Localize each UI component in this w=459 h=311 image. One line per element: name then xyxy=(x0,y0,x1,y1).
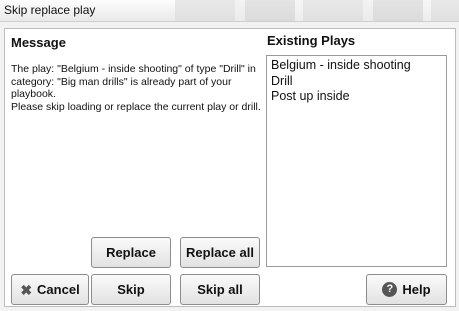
replace-button[interactable]: Replace xyxy=(91,237,171,268)
cancel-label: Cancel xyxy=(37,282,80,297)
existing-plays-heading: Existing Plays xyxy=(267,33,356,48)
help-icon: ? xyxy=(382,282,398,297)
background-window-strip xyxy=(175,0,459,21)
message-line: category: "Big man drills" is already pa… xyxy=(11,75,232,88)
skip-all-button[interactable]: Skip all xyxy=(180,274,260,305)
existing-plays-list[interactable]: Belgium - inside shooting Drill Post up … xyxy=(266,55,447,267)
replace-all-label: Replace all xyxy=(186,245,254,260)
replace-label: Replace xyxy=(106,245,156,260)
cancel-button[interactable]: ✖ Cancel xyxy=(11,274,89,305)
replace-all-button[interactable]: Replace all xyxy=(180,237,260,268)
list-item[interactable]: Post up inside xyxy=(271,89,446,105)
message-line: Please skip loading or replace the curre… xyxy=(11,100,261,113)
window-title: Skip replace play xyxy=(4,3,96,17)
help-button[interactable]: ? Help xyxy=(366,274,447,305)
skip-all-label: Skip all xyxy=(197,282,243,297)
close-icon: ✖ xyxy=(20,281,33,298)
message-line: playbook. xyxy=(11,88,56,100)
title-bar: Skip replace play xyxy=(0,0,459,22)
message-body: The play: "Belgium - inside shooting" of… xyxy=(11,63,263,113)
skip-button[interactable]: Skip xyxy=(91,274,171,305)
list-item[interactable]: Drill xyxy=(271,74,446,90)
list-item[interactable]: Belgium - inside shooting xyxy=(271,58,446,74)
help-label: Help xyxy=(402,282,431,297)
message-heading: Message xyxy=(11,35,66,50)
message-line: The play: "Belgium - inside shooting" of… xyxy=(11,63,256,75)
skip-label: Skip xyxy=(117,282,145,297)
